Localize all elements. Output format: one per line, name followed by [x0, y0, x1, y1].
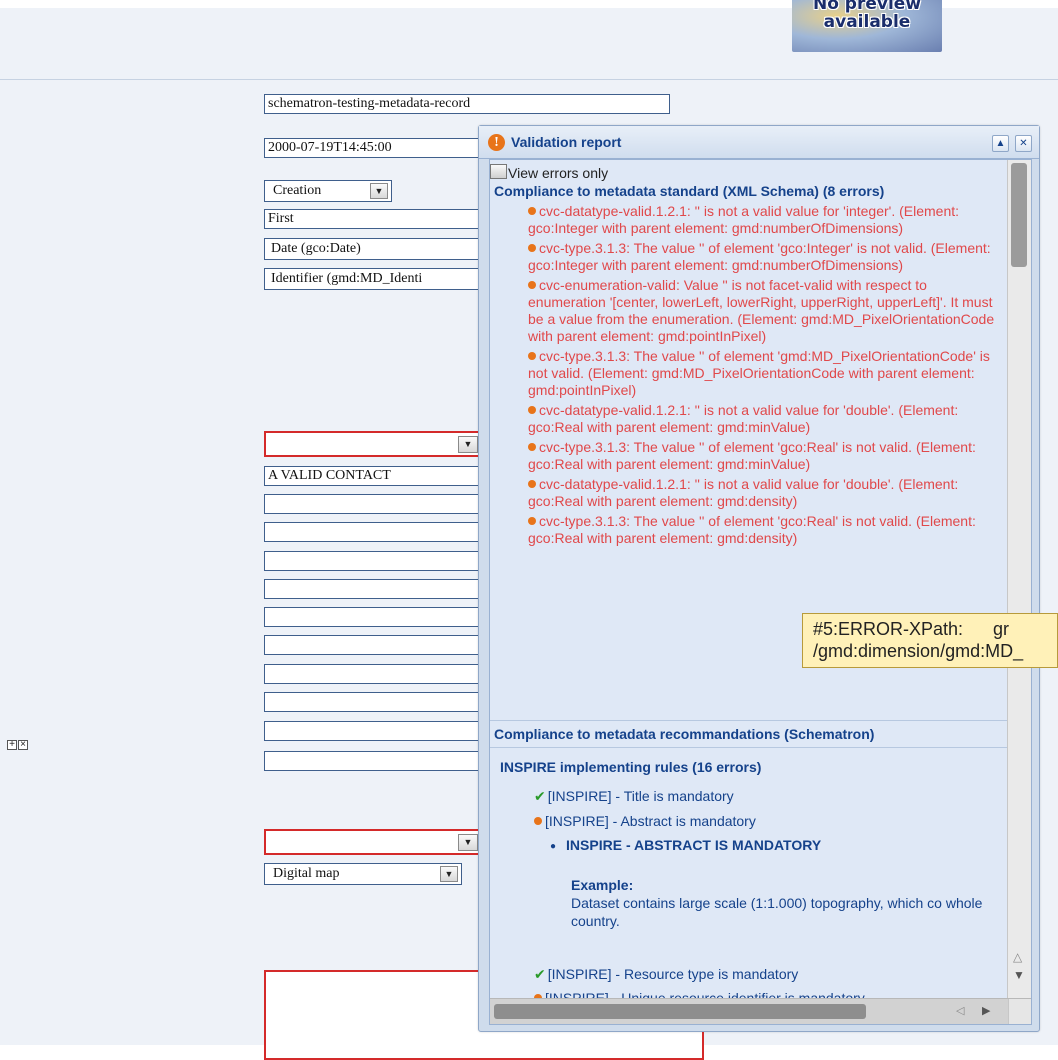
scroll-right-icon[interactable]: ▶ — [982, 1004, 990, 1017]
error-item: cvc-datatype-valid.1.2.1: '' is not a va… — [528, 476, 959, 509]
chevron-down-icon: ▼ — [458, 436, 478, 453]
example-text: Dataset contains large scale (1:1.000) t… — [571, 895, 983, 929]
empty-field-8[interactable] — [264, 692, 484, 712]
invalid-select-1[interactable]: ▼ — [264, 431, 484, 457]
warning-icon — [534, 817, 542, 825]
window-title: Validation report — [511, 134, 622, 150]
validation-report-window: ! Validation report ▲ ✕ View errors only… — [478, 125, 1040, 1032]
info-icon: ! — [488, 134, 505, 151]
warning-icon — [528, 352, 536, 360]
collapse-button[interactable]: ▲ — [992, 135, 1009, 152]
error-item: cvc-type.3.1.3: The value '' of element … — [528, 439, 976, 472]
preview-thumbnail: No preview available — [792, 0, 942, 52]
date-type-value: Creation — [273, 183, 322, 198]
example-label: Example: — [571, 877, 634, 893]
error-item: cvc-datatype-valid.1.2.1: '' is not a va… — [528, 402, 959, 435]
xsd-section-heading[interactable]: Compliance to metadata standard (XML Sch… — [494, 183, 884, 199]
invalid-select-2[interactable]: ▼ — [264, 829, 484, 855]
warning-icon — [528, 244, 536, 252]
schematron-section-heading[interactable]: Compliance to metadata recommandations (… — [494, 726, 874, 742]
identifier-type-label: Identifier (gmd:MD_Identi — [271, 271, 423, 286]
empty-field-7[interactable] — [264, 664, 484, 684]
warning-icon — [528, 406, 536, 414]
identifier-type-select[interactable]: Identifier (gmd:MD_Identi — [264, 268, 484, 290]
scroll-corner — [1008, 999, 1031, 1024]
close-button[interactable]: ✕ — [1015, 135, 1032, 152]
date-field[interactable]: 2000-07-19T14:45:00 — [264, 138, 484, 158]
vertical-scroll-thumb[interactable] — [1011, 163, 1027, 267]
horizontal-scroll-thumb[interactable] — [494, 1004, 866, 1019]
chevron-down-icon: ▼ — [370, 183, 388, 199]
tooltip-error-id: #5:ERROR-XPath: — [813, 619, 964, 639]
rule-item: ✔ [INSPIRE] - Resource type is mandatory — [534, 966, 799, 982]
abstract-rule-detail: INSPIRE - ABSTRACT IS MANDATORY — [550, 837, 821, 853]
error-item: cvc-type.3.1.3: The value '' of element … — [528, 240, 991, 273]
title-field[interactable]: schematron-testing-metadata-record — [264, 94, 670, 114]
row-actions: + × — [7, 740, 28, 750]
edition-field[interactable]: First — [264, 209, 484, 229]
view-errors-only-label: View errors only — [508, 165, 609, 181]
check-icon: ✔ — [534, 966, 546, 982]
scroll-left-icon[interactable]: ◁ — [956, 1004, 964, 1017]
section-divider — [490, 720, 1007, 721]
plus-icon[interactable]: + — [7, 740, 17, 750]
presentation-form-value: Digital map — [273, 866, 340, 881]
scroll-up-icon[interactable]: △ — [1013, 950, 1022, 964]
empty-field-2[interactable] — [264, 522, 484, 542]
chevron-down-icon: ▼ — [440, 866, 458, 882]
rule-item: ✔ [INSPIRE] - Title is mandatory — [534, 788, 734, 804]
empty-field-10[interactable] — [264, 751, 484, 771]
vertical-scrollbar[interactable]: △ ▼ — [1007, 160, 1031, 999]
report-content: View errors only Compliance to metadata … — [490, 160, 1007, 999]
empty-field-4[interactable] — [264, 579, 484, 599]
warning-icon — [528, 480, 536, 488]
warning-icon — [528, 207, 536, 215]
inspire-heading[interactable]: INSPIRE implementing rules (16 errors) — [500, 759, 761, 775]
tooltip-fragment: gr — [993, 619, 1010, 639]
error-item: cvc-type.3.1.3: The value '' of element … — [528, 348, 990, 398]
xpath-tooltip: #5:ERROR-XPath: gr /gmd:dimension/gmd:MD_ — [802, 613, 1058, 668]
date-type-label: Date (gco:Date) — [271, 241, 361, 256]
date-type-select[interactable]: Creation ▼ — [264, 180, 392, 202]
scroll-down-icon[interactable]: ▼ — [1013, 968, 1025, 982]
contact-field[interactable]: A VALID CONTACT — [264, 466, 484, 486]
view-errors-only-checkbox[interactable] — [490, 164, 507, 179]
warning-icon — [528, 281, 536, 289]
empty-field-3[interactable] — [264, 551, 484, 571]
tooltip-xpath: /gmd:dimension/gmd:MD_ — [813, 641, 1024, 661]
check-icon: ✔ — [534, 788, 546, 804]
close-icon[interactable]: × — [18, 740, 28, 750]
warning-icon — [528, 517, 536, 525]
window-header[interactable]: ! Validation report ▲ ✕ — [479, 126, 1039, 159]
warning-icon — [528, 443, 536, 451]
empty-field-6[interactable] — [264, 635, 484, 655]
presentation-form-select[interactable]: Digital map ▼ — [264, 863, 462, 885]
preview-line-2: available — [823, 12, 911, 32]
view-errors-only-option[interactable]: View errors only — [490, 164, 608, 182]
xsd-error-list: cvc-datatype-valid.1.2.1: '' is not a va… — [528, 203, 1003, 550]
date-type-label-select[interactable]: Date (gco:Date) — [264, 238, 484, 260]
error-item: cvc-type.3.1.3: The value '' of element … — [528, 513, 976, 546]
chevron-down-icon: ▼ — [458, 834, 478, 851]
empty-field-9[interactable] — [264, 721, 484, 741]
empty-field-5[interactable] — [264, 607, 484, 627]
section-divider — [490, 747, 1007, 748]
empty-field-1[interactable] — [264, 494, 484, 514]
report-body: View errors only Compliance to metadata … — [489, 159, 1032, 1025]
horizontal-scrollbar[interactable]: ◁ ▶ — [490, 998, 1031, 1024]
rule-item: [INSPIRE] - Abstract is mandatory — [534, 813, 756, 829]
error-item: cvc-datatype-valid.1.2.1: '' is not a va… — [528, 203, 960, 236]
error-item: cvc-enumeration-valid: Value '' is not f… — [528, 277, 995, 344]
